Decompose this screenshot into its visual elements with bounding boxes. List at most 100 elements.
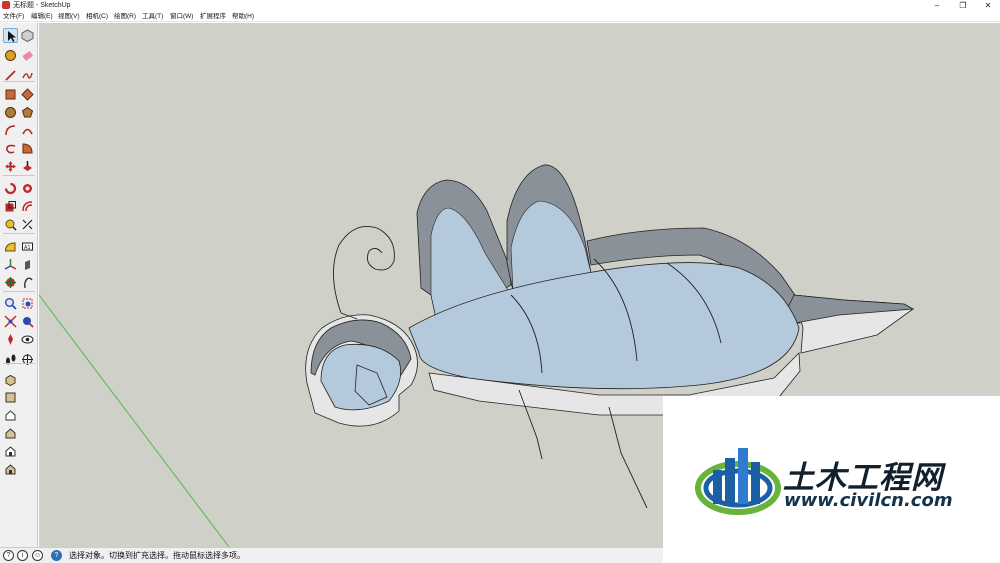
3d-text-icon — [25, 260, 30, 270]
right-view[interactable] — [3, 426, 18, 441]
orbit-tool[interactable] — [3, 275, 18, 290]
restore-button[interactable]: ❐ — [951, 0, 975, 11]
pie-icon — [22, 143, 33, 154]
left-view[interactable] — [3, 462, 18, 477]
scale-tool[interactable] — [3, 199, 18, 214]
rotated-rectangle-tool[interactable] — [20, 87, 35, 102]
previous-view-icon — [23, 317, 34, 328]
zoom-extents-tool[interactable] — [3, 314, 18, 329]
green-axis-line — [39, 294, 230, 547]
iso-view[interactable] — [3, 372, 18, 387]
push-pull-tool[interactable] — [20, 159, 35, 174]
zoom-tool[interactable] — [3, 296, 18, 311]
credits-icon[interactable]: i — [17, 550, 28, 561]
two-point-arc-tool[interactable] — [20, 123, 35, 138]
menu-view[interactable]: 视图(V) — [58, 12, 80, 21]
iso-view-icon — [5, 374, 16, 386]
antenna-curve — [333, 225, 395, 314]
window-title: 无标题 - SketchUp — [13, 2, 71, 9]
component-icon — [21, 29, 34, 42]
move-icon — [5, 161, 16, 172]
walk-tool[interactable] — [3, 352, 18, 367]
follow-me-icon — [23, 184, 32, 193]
paint-bucket-tool[interactable] — [3, 48, 18, 63]
select-icon — [8, 31, 16, 42]
help-icon[interactable]: ? — [51, 550, 62, 561]
watermark-logo: 土木工程网 www.civilcn.com — [663, 396, 1000, 563]
arc-tool[interactable] — [3, 123, 18, 138]
right-view-icon — [5, 428, 16, 439]
geo-location-icon[interactable]: ? — [3, 550, 14, 561]
section-plane-tool[interactable] — [20, 352, 35, 367]
toolbar-separator — [3, 363, 35, 364]
scale-icon — [5, 201, 16, 212]
left-view-icon — [5, 464, 16, 475]
sketchup-window: 无标题 - SketchUp – ❐ ✕ 文件(F) 编辑(E) 视图(V) 相… — [0, 0, 1000, 563]
menu-file[interactable]: 文件(F) — [3, 12, 24, 21]
text-tool[interactable]: A1 — [20, 239, 35, 254]
rotated-rectangle-icon — [21, 88, 34, 101]
offset-icon — [22, 201, 33, 212]
circle-icon — [5, 107, 16, 118]
back-view-icon — [5, 446, 16, 457]
look-around-tool[interactable] — [20, 332, 35, 347]
watermark-url-text: www.civilcn.com — [784, 490, 953, 511]
menu-tools[interactable]: 工具(T) — [142, 12, 163, 21]
menu-edit[interactable]: 编辑(E) — [31, 12, 53, 21]
user-icon[interactable]: ☺ — [32, 550, 43, 561]
close-button[interactable]: ✕ — [976, 0, 1000, 11]
front-view-icon — [5, 410, 16, 421]
title-bar: 无标题 - SketchUp – ❐ ✕ — [0, 0, 1000, 11]
polygon-icon — [21, 106, 34, 118]
menu-extensions[interactable]: 扩展程序 — [200, 12, 226, 21]
rectangle-icon — [5, 89, 16, 100]
circle-tool[interactable] — [3, 105, 18, 120]
paint-bucket-icon — [5, 50, 16, 61]
follow-me-tool[interactable] — [20, 181, 35, 196]
pan-tool[interactable] — [20, 275, 35, 290]
zoom-icon — [5, 298, 17, 310]
rotate-tool[interactable] — [3, 181, 18, 196]
dimension-tool[interactable] — [20, 217, 35, 232]
previous-view-tool[interactable] — [20, 314, 35, 329]
minimize-button[interactable]: – — [925, 0, 949, 11]
menu-bar: 文件(F) 编辑(E) 视图(V) 相机(C) 绘图(R) 工具(T) 窗口(W… — [0, 11, 1000, 22]
toolbar-separator — [3, 81, 35, 82]
dimension-icon — [22, 219, 33, 230]
axes-icon — [4, 259, 17, 270]
axes-tool[interactable] — [3, 257, 18, 272]
tape-measure-icon — [5, 219, 17, 231]
push-pull-icon — [23, 161, 32, 171]
top-view[interactable] — [3, 390, 18, 405]
pie-tool[interactable] — [20, 141, 35, 156]
text-icon: A1 — [22, 242, 33, 251]
toolbar-separator — [3, 291, 35, 292]
tape-measure-tool[interactable] — [3, 217, 18, 232]
zoom-window-tool[interactable] — [20, 296, 35, 311]
eraser-tool[interactable] — [20, 48, 35, 63]
svg-text:A1: A1 — [24, 245, 31, 251]
protractor-tool[interactable] — [3, 239, 18, 254]
3d-text-tool[interactable] — [20, 257, 35, 272]
move-tool[interactable] — [3, 159, 18, 174]
component-tool[interactable] — [20, 28, 35, 43]
front-view[interactable] — [3, 408, 18, 423]
head-top-face — [320, 343, 402, 411]
menu-camera[interactable]: 相机(C) — [86, 12, 108, 21]
zoom-window-icon — [22, 298, 33, 309]
three-point-arc-tool[interactable] — [3, 141, 18, 156]
position-camera-icon — [8, 334, 13, 345]
rectangle-tool[interactable] — [3, 87, 18, 102]
offset-tool[interactable] — [20, 199, 35, 214]
menu-window[interactable]: 窗口(W) — [170, 12, 193, 21]
sketchup-logo-icon — [2, 1, 10, 9]
back-view[interactable] — [3, 444, 18, 459]
civilcn-logo-icon — [695, 448, 781, 515]
section-plane-icon — [22, 354, 33, 365]
select-tool[interactable] — [3, 28, 18, 43]
menu-draw[interactable]: 绘图(R) — [114, 12, 136, 21]
menu-help[interactable]: 帮助(H) — [232, 12, 254, 21]
top-view-icon — [5, 392, 16, 403]
position-camera-tool[interactable] — [3, 332, 18, 347]
polygon-tool[interactable] — [20, 105, 35, 120]
